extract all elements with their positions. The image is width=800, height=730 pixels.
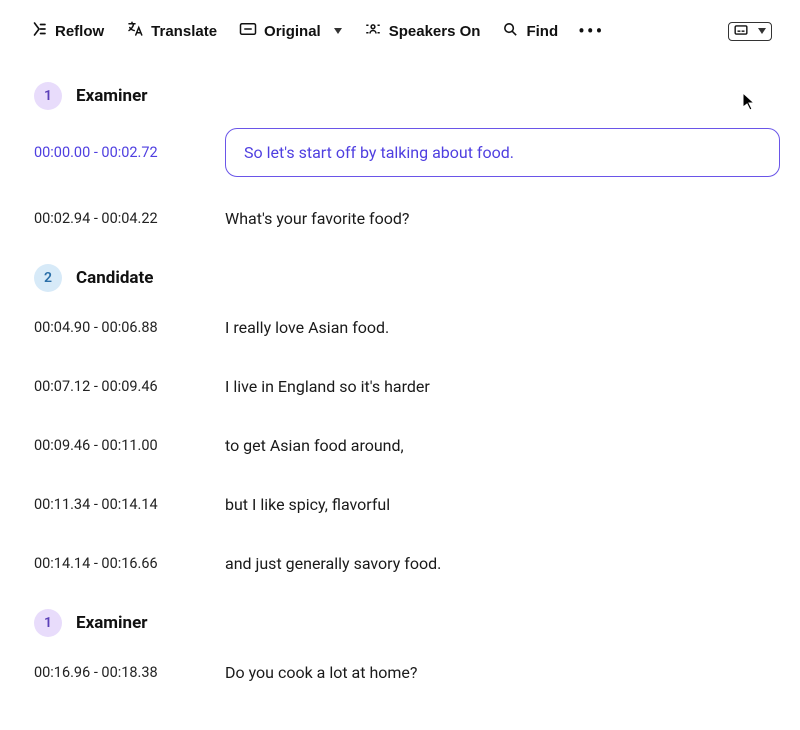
translate-button[interactable]: Translate	[124, 14, 219, 48]
speakers-label: Speakers On	[389, 23, 481, 40]
speakers-icon	[364, 20, 382, 42]
translate-icon	[126, 20, 144, 42]
speaker-name[interactable]: Examiner	[76, 613, 147, 633]
timestamp[interactable]: 00:16.96 - 00:18.38	[34, 664, 209, 681]
transcript-line[interactable]: 00:09.46 - 00:11.00 to get Asian food aro…	[20, 416, 780, 475]
original-icon	[239, 22, 257, 40]
utterance-text[interactable]: What's your favorite food?	[225, 201, 780, 236]
transcript-line[interactable]: 00:14.14 - 00:16.66 and just generally sa…	[20, 534, 780, 593]
speakers-button[interactable]: Speakers On	[362, 14, 483, 48]
transcript-line[interactable]: 00:02.94 - 00:04.22 What's your favorite …	[20, 189, 780, 248]
find-label: Find	[526, 23, 558, 40]
timestamp[interactable]: 00:04.90 - 00:06.88	[34, 319, 209, 336]
translate-label: Translate	[151, 23, 217, 40]
transcript-line[interactable]: 00:07.12 - 00:09.46 I live in England so …	[20, 357, 780, 416]
utterance-text[interactable]: to get Asian food around,	[225, 428, 780, 463]
original-button[interactable]: Original	[237, 16, 344, 46]
original-label: Original	[264, 23, 321, 40]
chevron-down-icon	[758, 28, 766, 34]
transcript-line[interactable]: 00:00.00 - 00:02.72 So let's start off by…	[20, 116, 780, 189]
transcript-panel[interactable]: 1 Examiner 00:00.00 - 00:02.72 So let's sta…	[0, 58, 800, 730]
utterance-text[interactable]: and just generally savory food.	[225, 546, 780, 581]
utterance-text[interactable]: Do you cook a lot at home?	[225, 655, 780, 690]
timestamp[interactable]: 00:02.94 - 00:04.22	[34, 210, 209, 227]
utterance-text[interactable]: I live in England so it's harder	[225, 369, 780, 404]
timestamp[interactable]: 00:09.46 - 00:11.00	[34, 437, 209, 454]
chevron-down-icon	[334, 28, 342, 34]
speaker-badge: 1	[34, 82, 62, 110]
speaker-name[interactable]: Examiner	[76, 86, 147, 106]
more-button[interactable]: •••	[578, 19, 604, 43]
find-button[interactable]: Find	[500, 15, 560, 48]
speaker-badge: 1	[34, 609, 62, 637]
speaker-badge: 2	[34, 264, 62, 292]
transcript-line[interactable]: 00:16.96 - 00:18.38 Do you cook a lot at …	[20, 643, 780, 702]
timestamp[interactable]: 00:14.14 - 00:16.66	[34, 555, 209, 572]
speaker-header: 1 Examiner	[20, 66, 780, 116]
timestamp[interactable]: 00:07.12 - 00:09.46	[34, 378, 209, 395]
toolbar: Reflow Translate Original Speakers On	[0, 0, 800, 58]
search-icon	[502, 21, 519, 42]
speaker-header: 2 Candidate	[20, 248, 780, 298]
speaker-name[interactable]: Candidate	[76, 268, 153, 288]
reflow-button[interactable]: Reflow	[28, 14, 106, 48]
timestamp[interactable]: 00:00.00 - 00:02.72	[34, 144, 209, 161]
utterance-text[interactable]: So let's start off by talking about food…	[225, 128, 780, 177]
utterance-text[interactable]: but I like spicy, flavorful	[225, 487, 780, 522]
transcript-line[interactable]: 00:11.34 - 00:14.14 but I like spicy, fla…	[20, 475, 780, 534]
reflow-label: Reflow	[55, 23, 104, 40]
timestamp[interactable]: 00:11.34 - 00:14.14	[34, 496, 209, 513]
reflow-icon	[30, 20, 48, 42]
cc-icon	[734, 24, 748, 39]
captions-button[interactable]	[728, 22, 772, 41]
utterance-text[interactable]: I really love Asian food.	[225, 310, 780, 345]
speaker-header: 1 Examiner	[20, 593, 780, 643]
transcript-line[interactable]: 00:04.90 - 00:06.88 I really love Asian f…	[20, 298, 780, 357]
